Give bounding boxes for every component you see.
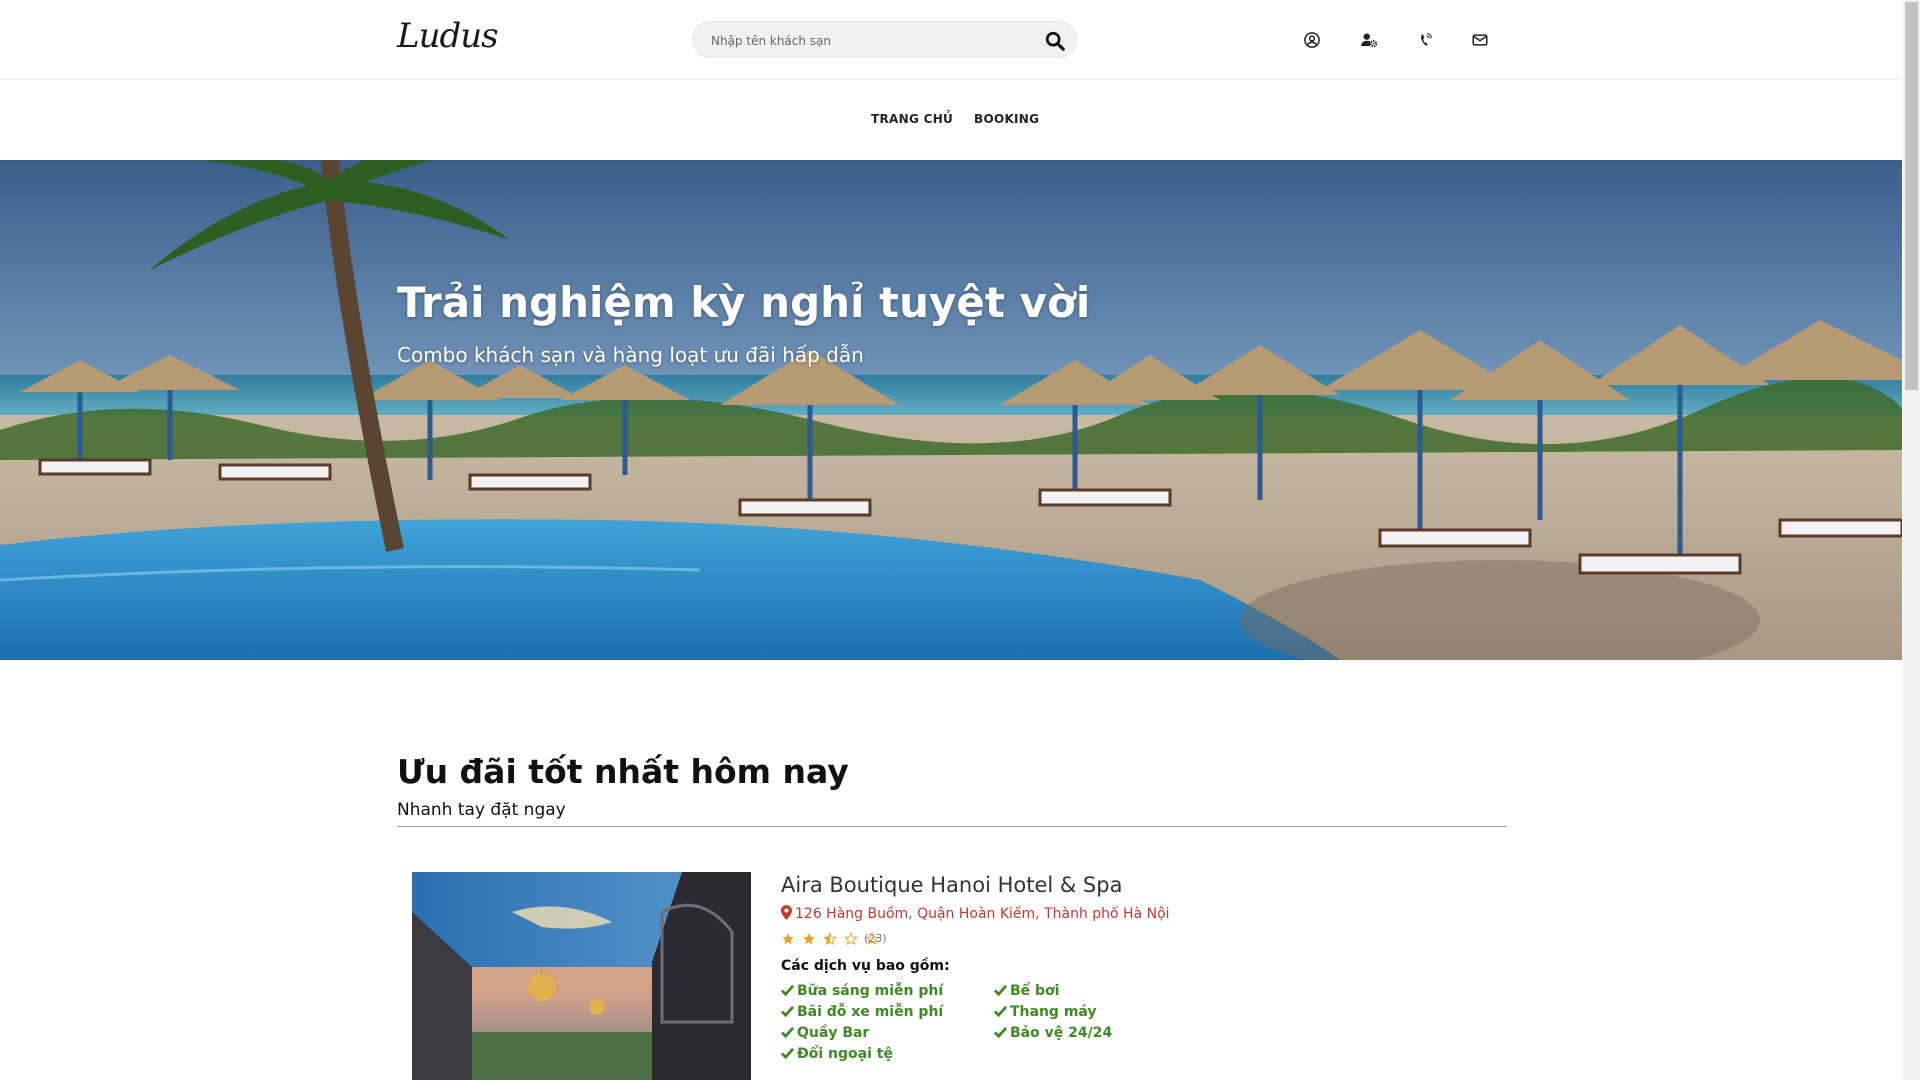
search-input[interactable]	[709, 22, 1033, 59]
user-settings-button[interactable]	[1357, 28, 1381, 52]
nav-item-booking[interactable]: BOOKING	[974, 112, 1039, 126]
mail-icon	[1472, 34, 1488, 46]
service-label: Bảo vệ 24/24	[1010, 1025, 1113, 1041]
nav-item-home[interactable]: TRANG CHỦ	[871, 112, 953, 126]
service-item: Bể bơi	[993, 983, 1060, 999]
service-item: Bữa sáng miễn phí	[780, 983, 944, 999]
phone-icon	[1421, 33, 1432, 46]
user-settings-icon	[1361, 33, 1378, 48]
check-icon	[780, 1026, 795, 1039]
service-item: Thang máy	[993, 1004, 1097, 1020]
hero-title: Trải nghiệm kỳ nghỉ tuyệt vời	[397, 278, 1091, 327]
service-label: Thang máy	[1010, 1004, 1097, 1020]
map-marker-icon	[781, 905, 792, 920]
hotel-address: 126 Hàng Buồm, Quận Hoàn Kiếm, Thành phố…	[781, 905, 1170, 922]
hero-background-image	[0, 160, 1902, 660]
hero-banner: Trải nghiệm kỳ nghỉ tuyệt vời Combo khác…	[0, 160, 1902, 660]
service-label: Bể bơi	[1010, 983, 1060, 999]
star-half-icon	[823, 932, 838, 946]
account-button[interactable]	[1300, 28, 1324, 52]
check-icon	[993, 1005, 1008, 1018]
deals-subtitle: Nhanh tay đặt ngay	[397, 800, 566, 820]
check-icon	[780, 1047, 795, 1060]
service-label: Quầy Bar	[797, 1025, 870, 1041]
review-count: (23)	[864, 932, 887, 945]
hero-subtitle: Combo khách sạn và hàng loạt ưu đãi hấp …	[397, 343, 864, 367]
service-item: Quầy Bar	[780, 1025, 870, 1041]
service-item: Bảo vệ 24/24	[993, 1025, 1113, 1041]
phone-button[interactable]	[1414, 28, 1438, 52]
top-header: Ludus	[0, 0, 1902, 80]
check-icon	[780, 984, 795, 997]
service-label: Bữa sáng miễn phí	[797, 983, 944, 999]
search-button[interactable]	[1044, 30, 1066, 52]
star-empty-icon	[844, 932, 859, 946]
search-box	[692, 21, 1077, 59]
check-icon	[993, 984, 1008, 997]
mail-button[interactable]	[1468, 28, 1492, 52]
check-icon	[993, 1026, 1008, 1039]
check-icon	[780, 1005, 795, 1018]
scrollbar-thumb[interactable]	[1905, 2, 1918, 390]
services-title: Các dịch vụ bao gồm:	[781, 958, 950, 974]
hotel-name-link[interactable]: Aira Boutique Hanoi Hotel & Spa	[781, 873, 1122, 897]
service-label: Đổi ngoại tệ	[797, 1046, 893, 1062]
star-full-icon	[803, 933, 815, 945]
service-label: Bãi đỗ xe miễn phí	[797, 1004, 944, 1020]
star-full-icon	[782, 933, 794, 945]
main-nav: TRANG CHỦ BOOKING	[0, 80, 1902, 160]
search-icon	[1045, 31, 1065, 51]
section-divider	[397, 826, 1507, 827]
hotel-image	[412, 872, 751, 1080]
service-item: Bãi đỗ xe miễn phí	[780, 1004, 944, 1020]
hotel-address-text: 126 Hàng Buồm, Quận Hoàn Kiếm, Thành phố…	[795, 906, 1170, 922]
hotel-photo[interactable]	[412, 872, 751, 1080]
user-circle-icon	[1304, 32, 1320, 48]
service-item: Đổi ngoại tệ	[780, 1046, 893, 1062]
deals-title: Ưu đãi tốt nhất hôm nay	[397, 752, 849, 791]
logo[interactable]: Ludus	[397, 16, 499, 56]
